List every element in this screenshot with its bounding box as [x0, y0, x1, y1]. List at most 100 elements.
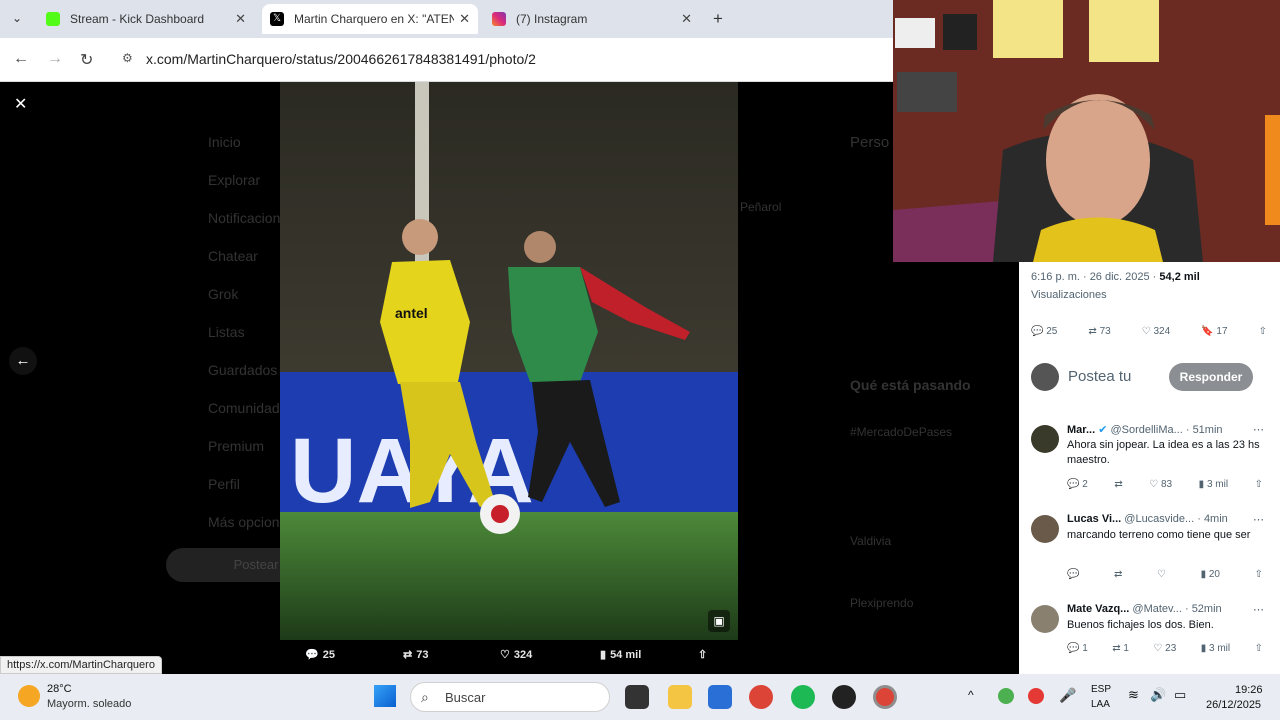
- close-icon[interactable]: ✕: [459, 11, 470, 27]
- photo-repost-action[interactable]: ⇄ 73: [403, 648, 428, 662]
- site-settings-icon[interactable]: ⚙: [122, 51, 133, 65]
- url-field[interactable]: ⚙ x.com/MartinCharquero/status/200466261…: [112, 44, 882, 74]
- like-stat[interactable]: ♡ 324: [1142, 326, 1170, 337]
- post-views: 54,2 mil: [1159, 271, 1200, 283]
- reply-actions: 💬 1 ⇄ 1 ♡ 23 ▮ 3 mil ⇧: [1067, 643, 1263, 654]
- reply-actions: 💬 ⇄ ♡ ▮ 20 ⇧: [1067, 569, 1263, 580]
- share-icon[interactable]: ⇧: [1259, 326, 1267, 337]
- reload-icon[interactable]: ↻: [80, 50, 93, 70]
- sidebar-item-guardados[interactable]: Guardados: [208, 362, 277, 378]
- weather-temp[interactable]: 28°C: [47, 683, 72, 695]
- reply-item[interactable]: Lucas Vi... @Lucasvide... · 4min ⋯ marca…: [1031, 513, 1271, 588]
- language-code[interactable]: ESP: [1091, 684, 1111, 695]
- new-tab-icon[interactable]: +: [713, 9, 723, 29]
- photo-share-action[interactable]: ⇧: [698, 648, 707, 661]
- reply-button[interactable]: Responder: [1169, 363, 1253, 391]
- clock-date[interactable]: 26/12/2025: [1206, 699, 1261, 711]
- avatar: [1031, 363, 1059, 391]
- chrome-profile-icon[interactable]: [873, 685, 897, 709]
- sidebar-item-chatear[interactable]: Chatear: [208, 248, 258, 264]
- microphone-icon[interactable]: 🎤: [1059, 687, 1076, 704]
- tab-instagram[interactable]: (7) Instagram ✕: [484, 4, 700, 34]
- trend-item[interactable]: #MercadoDePases: [850, 425, 952, 439]
- sidebar-item-perfil[interactable]: Perfil: [208, 476, 240, 492]
- repost-action[interactable]: ⇄: [1114, 569, 1122, 580]
- search-icon: ⌕: [421, 689, 429, 705]
- previous-photo-icon[interactable]: ←: [9, 347, 37, 375]
- reply-time: · 52min: [1184, 603, 1222, 615]
- browser-tab-bar: ⌄ Stream - Kick Dashboard ✕ 𝕏 Martin Cha…: [0, 0, 893, 38]
- volume-icon[interactable]: 🔊: [1150, 687, 1166, 703]
- reply-stat[interactable]: 💬 25: [1031, 326, 1057, 337]
- views-action[interactable]: ▮ 20: [1201, 569, 1220, 580]
- wifi-icon[interactable]: ≋: [1128, 687, 1139, 703]
- views-action[interactable]: ▮ 3 mil: [1201, 643, 1230, 654]
- tray-app-icon[interactable]: [998, 688, 1014, 704]
- alt-text-icon[interactable]: ▣: [708, 610, 730, 632]
- post-photo[interactable]: UAYA antel ▣: [280, 82, 738, 640]
- more-icon[interactable]: ⋯: [1253, 513, 1264, 526]
- reply-action[interactable]: 💬: [1067, 569, 1079, 580]
- count: 1: [1123, 643, 1129, 654]
- photo-reply-action[interactable]: 💬 25: [305, 648, 335, 662]
- bookmark-stat[interactable]: 🔖 17: [1201, 326, 1227, 337]
- close-viewer-icon[interactable]: ✕: [14, 94, 27, 114]
- reply-item[interactable]: Mate Vazq... @Matev... · 52min ⋯ Buenos …: [1031, 603, 1271, 669]
- sidebar-item-listas[interactable]: Listas: [208, 324, 245, 340]
- battery-icon[interactable]: ▭: [1174, 687, 1186, 703]
- windows-taskbar: 28°C Mayorm. soleado ⌕ Buscar ^ 🎤 ESP LA…: [0, 674, 1280, 720]
- reply-text: Ahora sin jopear. La idea es a las 23 hs…: [1067, 439, 1260, 466]
- sidebar-item-inicio[interactable]: Inicio: [208, 134, 241, 150]
- repost-action[interactable]: ⇄: [1114, 479, 1122, 490]
- repost-action[interactable]: ⇄ 1: [1112, 643, 1129, 654]
- views-action[interactable]: ▮ 3 mil: [1199, 479, 1228, 490]
- sidebar-item-grok[interactable]: Grok: [208, 286, 238, 302]
- share-icon[interactable]: ⇧: [1255, 643, 1263, 654]
- reply-text: marcando terreno como tiene que ser: [1067, 529, 1251, 541]
- photo-like-action[interactable]: ♡ 324: [500, 648, 533, 662]
- file-explorer-icon[interactable]: [668, 685, 692, 709]
- weather-sun-icon[interactable]: [18, 685, 40, 707]
- repost-stat[interactable]: ⇄ 73: [1088, 326, 1110, 337]
- like-action[interactable]: ♡ 83: [1149, 479, 1172, 490]
- trend-item[interactable]: Plexiprendo: [850, 596, 913, 610]
- clock-time[interactable]: 19:26: [1235, 684, 1263, 696]
- close-icon[interactable]: ✕: [235, 11, 246, 27]
- tray-chevron-icon[interactable]: ^: [968, 688, 974, 702]
- close-icon[interactable]: ✕: [681, 11, 692, 27]
- share-icon[interactable]: ⇧: [1255, 479, 1263, 490]
- app-icon[interactable]: [832, 685, 856, 709]
- photo-views-action[interactable]: ▮ 54 mil: [600, 648, 641, 662]
- keyboard-layout[interactable]: LAA: [1091, 699, 1110, 710]
- taskbar-search[interactable]: ⌕ Buscar: [410, 682, 610, 712]
- heart-icon: ♡: [500, 649, 510, 661]
- sidebar-item-premium[interactable]: Premium: [208, 438, 264, 454]
- like-action[interactable]: ♡ 23: [1153, 643, 1176, 654]
- trend-text: Peñarol: [740, 200, 782, 214]
- share-icon[interactable]: ⇧: [1255, 569, 1263, 580]
- sidebar-item-explorar[interactable]: Explorar: [208, 172, 260, 188]
- like-count: 324: [513, 648, 533, 661]
- tray-app-icon[interactable]: [1028, 688, 1044, 704]
- trend-item[interactable]: Valdivia: [850, 534, 891, 548]
- more-icon[interactable]: ⋯: [1253, 603, 1264, 616]
- windows-start-icon[interactable]: [374, 685, 396, 707]
- mail-icon[interactable]: [708, 685, 732, 709]
- weather-text[interactable]: Mayorm. soleado: [47, 698, 131, 710]
- forward-icon[interactable]: →: [47, 50, 63, 68]
- back-icon[interactable]: ←: [13, 50, 29, 68]
- reply-input[interactable]: Postea tu: [1068, 368, 1131, 385]
- reply-action[interactable]: 💬 2: [1067, 479, 1088, 490]
- spotify-icon[interactable]: [791, 685, 815, 709]
- reply-action[interactable]: 💬 1: [1067, 643, 1088, 654]
- tab-list-chevron-icon[interactable]: ⌄: [12, 11, 22, 25]
- tab-kick[interactable]: Stream - Kick Dashboard ✕: [38, 4, 254, 34]
- tab-x-post[interactable]: 𝕏 Martin Charquero en X: "ATENC ✕: [262, 4, 478, 34]
- reply-handle: @Matev...: [1132, 603, 1182, 615]
- post-stats-row: 💬 25 ⇄ 73 ♡ 324 🔖 17 ⇧: [1031, 326, 1267, 337]
- task-view-icon[interactable]: [625, 685, 649, 709]
- reply-item[interactable]: Mar... ✔ @SordelliMa... · 51min ⋯ Ahora …: [1031, 423, 1271, 498]
- more-icon[interactable]: ⋯: [1253, 423, 1264, 436]
- like-action[interactable]: ♡: [1157, 569, 1166, 580]
- chrome-icon[interactable]: [749, 685, 773, 709]
